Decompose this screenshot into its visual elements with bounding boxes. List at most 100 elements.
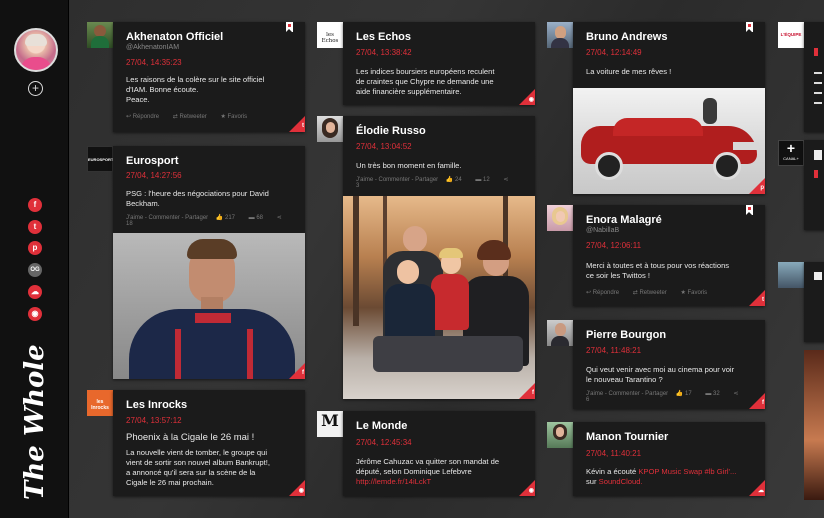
avatar-lesechos[interactable]: les Echos <box>317 22 343 48</box>
card-date: 27/04, 14:35:23 <box>126 58 182 67</box>
avatar-inrocks[interactable]: les Inrocks <box>87 390 113 416</box>
reply-button[interactable]: ↩ Répondre <box>586 290 625 296</box>
card-name[interactable]: Bruno Andrews <box>586 31 668 43</box>
card-name[interactable]: Pierre Bourgon <box>586 329 666 341</box>
likes-count: 👍 17 <box>675 391 692 397</box>
card-actions: J'aime - Commenter - Partager 👍 24 ▬ 12 … <box>356 176 525 189</box>
card-canal-partial[interactable] <box>804 140 824 230</box>
beckham-photo[interactable] <box>113 233 305 379</box>
plus-circle-icon[interactable]: + <box>28 81 43 96</box>
comments-count: ▬ 68 <box>248 215 264 221</box>
bookmark-icon[interactable] <box>746 205 753 215</box>
avatar-bruno[interactable] <box>547 22 573 48</box>
card-text: La voiture de mes rêves ! <box>586 67 672 76</box>
card-pierre[interactable]: Pierre Bourgon 27/04, 11:48:21 Qui veut … <box>573 320 765 409</box>
likes-count: 👍 217 <box>215 215 235 221</box>
card-text: Jérôme Cahuzac va quitter son mandat de d… <box>356 457 525 487</box>
card-text: Qui veut venir avec moi au cinema pour v… <box>586 365 735 384</box>
card-enora[interactable]: Enora Malagré @NabillaB 27/04, 12:06:11 … <box>573 205 765 306</box>
card-inrocks[interactable]: Les Inrocks 27/04, 13:57:12 Phoenix à la… <box>113 390 305 496</box>
like-comment-share[interactable]: J'aime - Commenter - Partager <box>586 391 668 397</box>
card-text: Les indices boursiers européens reculent… <box>356 67 495 96</box>
card-name[interactable]: Eurosport <box>126 155 179 167</box>
card-eurosport[interactable]: Eurosport 27/04, 14:27:56 PSG : l'heure … <box>113 146 305 379</box>
og-icon[interactable]: OG <box>28 263 42 277</box>
car-photo[interactable] <box>573 88 765 194</box>
avatar-lequipe[interactable]: L'ÉQUIPE <box>778 22 804 48</box>
card-date: 27/04, 11:48:21 <box>586 346 642 355</box>
brand-logo: The Whole <box>8 344 62 500</box>
card-name[interactable]: Enora Malagré <box>586 214 662 226</box>
soundcloud-link[interactable]: SoundCloud. <box>599 477 643 486</box>
card-lemonde[interactable]: Le Monde 27/04, 12:45:34 Jérôme Cahuzac … <box>343 411 535 496</box>
card-name[interactable]: Élodie Russo <box>356 125 426 137</box>
facebook-corner-icon: f <box>749 393 765 409</box>
avatar-eurosport[interactable]: EUROSPORT <box>87 146 113 172</box>
retweet-button[interactable]: ⇄ Retweeter <box>173 114 213 120</box>
avatar-lemonde[interactable]: M <box>317 411 343 437</box>
avatar-canal[interactable]: + CANAL+ <box>778 140 804 166</box>
twitter-icon[interactable]: t <box>28 220 42 234</box>
pinterest-icon[interactable]: p <box>28 241 42 255</box>
card-date: 27/04, 12:45:34 <box>356 438 412 447</box>
card-text: Les raisons de la colère sur le site off… <box>126 75 265 104</box>
card-akhenaton[interactable]: Akhenaton Officiel @AkhenatonIAM 27/04, … <box>113 22 305 132</box>
rss-corner-icon: ◉ <box>289 480 305 496</box>
favorite-button[interactable]: ★ Favoris <box>220 114 253 120</box>
card-lesechos[interactable]: Les Echos 27/04, 13:38:42 Les indices bo… <box>343 22 535 105</box>
likes-count: 👍 24 <box>445 177 462 183</box>
card-date: 27/04, 13:04:52 <box>356 142 412 151</box>
card-name[interactable]: Manon Tournier <box>586 431 668 443</box>
card-actions: ↩ Répondre ⇄ Retweeter ★ Favoris <box>586 289 755 296</box>
card-text: PSG : l'heure des négociations pour Davi… <box>126 189 269 208</box>
card-partial-3[interactable] <box>804 262 824 342</box>
comments-count: ▬ 32 <box>705 391 720 397</box>
card-date: 27/04, 13:57:12 <box>126 416 182 425</box>
soundcloud-corner-icon: ☁ <box>749 480 765 496</box>
family-photo[interactable] <box>343 196 535 399</box>
avatar-partial[interactable] <box>778 262 804 288</box>
card-name[interactable]: Le Monde <box>356 420 407 432</box>
avatar-elodie[interactable] <box>317 116 343 142</box>
avatar-enora[interactable] <box>547 205 573 231</box>
facebook-corner-icon: f <box>519 383 535 399</box>
avatar-akhenaton[interactable] <box>87 22 113 48</box>
card-bruno[interactable]: Bruno Andrews 27/04, 12:14:49 La voiture… <box>573 22 765 194</box>
bookmark-icon[interactable] <box>746 22 753 32</box>
card-manon[interactable]: Manon Tournier 27/04, 11:40:21 Kévin a é… <box>573 422 765 496</box>
user-avatar[interactable] <box>14 28 58 72</box>
favorite-button[interactable]: ★ Favoris <box>680 290 713 296</box>
card-lequipe-partial[interactable] <box>804 22 824 132</box>
card-name[interactable]: Les Echos <box>356 31 411 43</box>
card-date: 27/04, 11:40:21 <box>586 449 642 458</box>
like-comment-share[interactable]: J'aime - Commenter - Partager <box>356 177 438 183</box>
rss-corner-icon: ◉ <box>519 480 535 496</box>
app-frame: + f t p OG ☁ ◉ The Whole Akhenaton Officiel @… <box>0 0 824 518</box>
card-name[interactable]: Akhenaton Officiel <box>126 31 223 43</box>
bookmark-icon[interactable] <box>286 22 293 32</box>
card-handle: @NabillaB <box>586 227 620 234</box>
avatar-pierre[interactable] <box>547 320 573 346</box>
article-link[interactable]: http://lemde.fr/14iLckT <box>356 477 525 487</box>
card-name[interactable]: Les Inrocks <box>126 399 187 411</box>
avatar-manon[interactable] <box>547 422 573 448</box>
retweet-button[interactable]: ⇄ Retweeter <box>633 290 673 296</box>
card-handle: @AkhenatonIAM <box>126 44 180 51</box>
card-title: Phoenix à la Cigale le 26 mai ! <box>126 432 255 443</box>
rss-icon[interactable]: ◉ <box>28 307 42 321</box>
sidebar: + f t p OG ☁ ◉ The Whole <box>0 0 69 518</box>
reply-button[interactable]: ↩ Répondre <box>126 114 165 120</box>
card-date: 27/04, 13:38:42 <box>356 48 412 57</box>
soundcloud-icon[interactable]: ☁ <box>28 285 42 299</box>
brand-text: The Whole <box>20 344 50 500</box>
track-link[interactable]: KPOP Music Swap #lb Girl'... <box>638 467 736 476</box>
card-elodie[interactable]: Élodie Russo 27/04, 13:04:52 Un très bon… <box>343 116 535 399</box>
card-text: Merci à toutes et à tous pour vos réacti… <box>586 261 730 280</box>
card-text: La nouvelle vient de tomber, le groupe q… <box>126 448 270 487</box>
card-date: 27/04, 12:14:49 <box>586 48 642 57</box>
partial-photo[interactable] <box>804 350 824 500</box>
pinterest-corner-icon: p <box>749 178 765 194</box>
card-actions: J'aime - Commenter - Partager 👍 217 ▬ 68… <box>126 214 295 227</box>
facebook-icon[interactable]: f <box>28 198 42 212</box>
card-actions: ↩ Répondre ⇄ Retweeter ★ Favoris <box>126 113 295 120</box>
